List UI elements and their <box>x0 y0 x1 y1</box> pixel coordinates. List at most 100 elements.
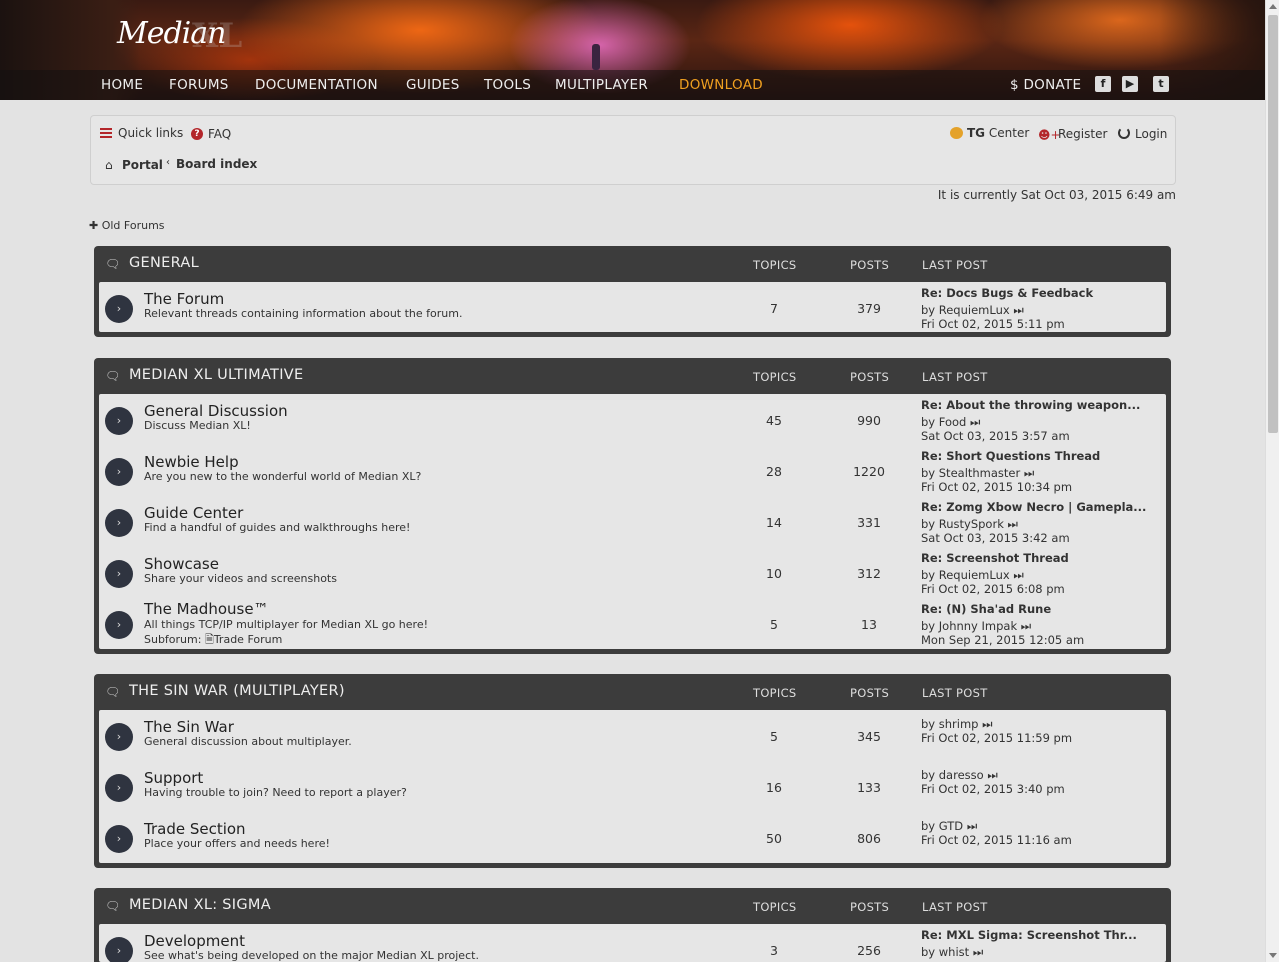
last-post-author[interactable]: by Stealthmaster ⏭ <box>921 466 1034 481</box>
last-post-author[interactable]: by Food ⏭ <box>921 415 980 430</box>
scrollbar-thumb[interactable] <box>1268 15 1278 433</box>
category-title[interactable]: MEDIAN XL ULTIMATIVE <box>129 367 303 383</box>
scroll-down-icon[interactable] <box>1269 953 1277 958</box>
forum-topics: 7 <box>770 301 778 316</box>
last-post-author[interactable]: by Johnny Impak ⏭ <box>921 619 1031 634</box>
forum-name[interactable]: Support <box>144 769 203 787</box>
last-post-author[interactable]: by shrimp ⏭ <box>921 717 992 732</box>
forum-name[interactable]: Guide Center <box>144 504 243 522</box>
menu-icon[interactable] <box>100 128 112 138</box>
last-post-author-label: by RequiemLux <box>921 568 1010 582</box>
last-post-date: Fri Oct 02, 2015 11:16 am <box>921 833 1072 847</box>
home-icon[interactable]: ⌂ <box>105 158 113 172</box>
last-post-author[interactable]: by RequiemLux ⏭ <box>921 568 1024 583</box>
last-post-author-label: by Stealthmaster <box>921 466 1021 480</box>
last-post-author[interactable]: by GTD ⏭ <box>921 819 977 834</box>
nav-download[interactable]: DOWNLOAD <box>679 77 763 93</box>
category-title[interactable]: GENERAL <box>129 255 199 271</box>
last-post-title[interactable]: Re: (N) Sha'ad Rune <box>921 602 1051 616</box>
nav-donate[interactable]: $ DONATE <box>1010 77 1081 93</box>
category-title[interactable]: MEDIAN XL: SIGMA <box>129 897 271 913</box>
last-post-title[interactable]: Re: MXL Sigma: Screenshot Thr... <box>921 928 1137 942</box>
view-latest-icon[interactable]: ⏭ <box>1024 466 1034 480</box>
forum-row: › General Discussion Discuss Median XL! … <box>99 394 1166 445</box>
view-latest-icon[interactable]: ⏭ <box>1008 517 1018 531</box>
faq-link[interactable]: FAQ <box>208 127 231 141</box>
old-forums-toggle[interactable]: ✚ Old Forums <box>89 219 165 232</box>
last-post-date: Sat Oct 03, 2015 3:57 am <box>921 429 1070 443</box>
forum-row: › Guide Center Find a handful of guides … <box>99 496 1166 547</box>
forum-name[interactable]: Newbie Help <box>144 453 239 471</box>
view-latest-icon[interactable]: ⏭ <box>973 945 983 959</box>
nav-guides[interactable]: GUIDES <box>406 77 460 93</box>
forum-row: › The Madhouse™ All things TCP/IP multip… <box>99 598 1166 649</box>
twitch-icon[interactable]: t <box>1153 76 1169 92</box>
nav-documentation[interactable]: DOCUMENTATION <box>255 77 378 93</box>
view-latest-icon[interactable]: ⏭ <box>982 717 992 731</box>
forum-posts: 806 <box>857 831 881 846</box>
forum-desc: Having trouble to join? Need to report a… <box>144 786 407 799</box>
forum-read-icon: › <box>105 458 133 486</box>
last-post-title[interactable]: Re: Zomg Xbow Necro | Gamepla... <box>921 500 1146 514</box>
forum-name[interactable]: The Madhouse™ <box>144 600 269 618</box>
category-header: 🗨 MEDIAN XL: SIGMA TOPICS POSTS LAST POS… <box>94 888 1171 924</box>
last-post-author-label: by daresso <box>921 768 984 782</box>
nav-forums[interactable]: FORUMS <box>169 77 229 93</box>
last-post-author[interactable]: by daresso ⏭ <box>921 768 998 783</box>
forum-name[interactable]: Development <box>144 932 245 950</box>
last-post-author-label: by GTD <box>921 819 964 833</box>
col-last-post: LAST POST <box>922 258 988 272</box>
power-icon[interactable] <box>1118 127 1130 139</box>
login-link[interactable]: Login <box>1135 127 1167 141</box>
view-latest-icon[interactable]: ⏭ <box>1013 303 1023 317</box>
forum-name[interactable]: Showcase <box>144 555 219 573</box>
nav-home[interactable]: HOME <box>101 77 143 93</box>
register-link[interactable]: Register <box>1058 127 1107 141</box>
forum-desc: Place your offers and needs here! <box>144 837 330 850</box>
forum-topics: 28 <box>766 464 782 479</box>
page-scrollbar[interactable] <box>1265 0 1279 962</box>
forum-name[interactable]: The Forum <box>144 290 224 308</box>
forum-posts: 990 <box>857 413 881 428</box>
forum-read-icon: › <box>105 560 133 588</box>
tg-center-label: Center <box>988 126 1030 140</box>
last-post-author[interactable]: by RustySpork ⏭ <box>921 517 1018 532</box>
category-header: 🗨 MEDIAN XL ULTIMATIVE TOPICS POSTS LAST… <box>94 358 1171 394</box>
tg-center-icon[interactable] <box>950 127 963 139</box>
view-latest-icon[interactable]: ⏭ <box>970 415 980 429</box>
col-last-post: LAST POST <box>922 370 988 384</box>
comments-icon: 🗨 <box>105 369 121 383</box>
faq-icon[interactable]: ? <box>191 128 203 140</box>
nav-tools[interactable]: TOOLS <box>484 77 531 93</box>
forum-name[interactable]: The Sin War <box>144 718 234 736</box>
view-latest-icon[interactable]: ⏭ <box>1021 619 1031 633</box>
last-post-date: Fri Oct 02, 2015 10:34 pm <box>921 480 1073 494</box>
scroll-up-icon[interactable] <box>1269 4 1277 9</box>
forum-posts: 256 <box>857 943 881 958</box>
last-post-title[interactable]: Re: Screenshot Thread <box>921 551 1069 565</box>
forum-row: › Newbie Help Are you new to the wonderf… <box>99 445 1166 496</box>
category-title[interactable]: THE SIN WAR (MULTIPLAYER) <box>129 683 345 699</box>
forum-name[interactable]: Trade Section <box>144 820 246 838</box>
last-post-author-label: by RustySpork <box>921 517 1004 531</box>
view-latest-icon[interactable]: ⏭ <box>1013 568 1023 582</box>
last-post-title[interactable]: Re: Short Questions Thread <box>921 449 1100 463</box>
nav-multiplayer[interactable]: MULTIPLAYER <box>555 77 648 93</box>
quick-links[interactable]: Quick links <box>118 126 183 140</box>
last-post-title[interactable]: Re: About the throwing weapon... <box>921 398 1140 412</box>
last-post-author[interactable]: by RequiemLux ⏭ <box>921 303 1024 318</box>
last-post-author[interactable]: by whist ⏭ <box>921 945 983 960</box>
subforum-link[interactable]: Trade Forum <box>214 633 283 646</box>
last-post-title[interactable]: Re: Docs Bugs & Feedback <box>921 286 1093 300</box>
forum-read-icon: › <box>105 407 133 435</box>
view-latest-icon[interactable]: ⏭ <box>987 768 997 782</box>
forum-name[interactable]: General Discussion <box>144 402 288 420</box>
tg-center-link[interactable]: TG Center <box>967 126 1029 140</box>
breadcrumb-portal[interactable]: Portal <box>122 158 163 172</box>
forum-list: › The Sin War General discussion about m… <box>99 710 1166 863</box>
forum-row: › The Forum Relevant threads containing … <box>99 282 1166 333</box>
view-latest-icon[interactable]: ⏭ <box>967 819 977 833</box>
breadcrumb-board-index[interactable]: Board index <box>176 157 257 171</box>
facebook-icon[interactable]: f <box>1095 76 1111 92</box>
youtube-icon[interactable]: ▶ <box>1122 76 1138 92</box>
